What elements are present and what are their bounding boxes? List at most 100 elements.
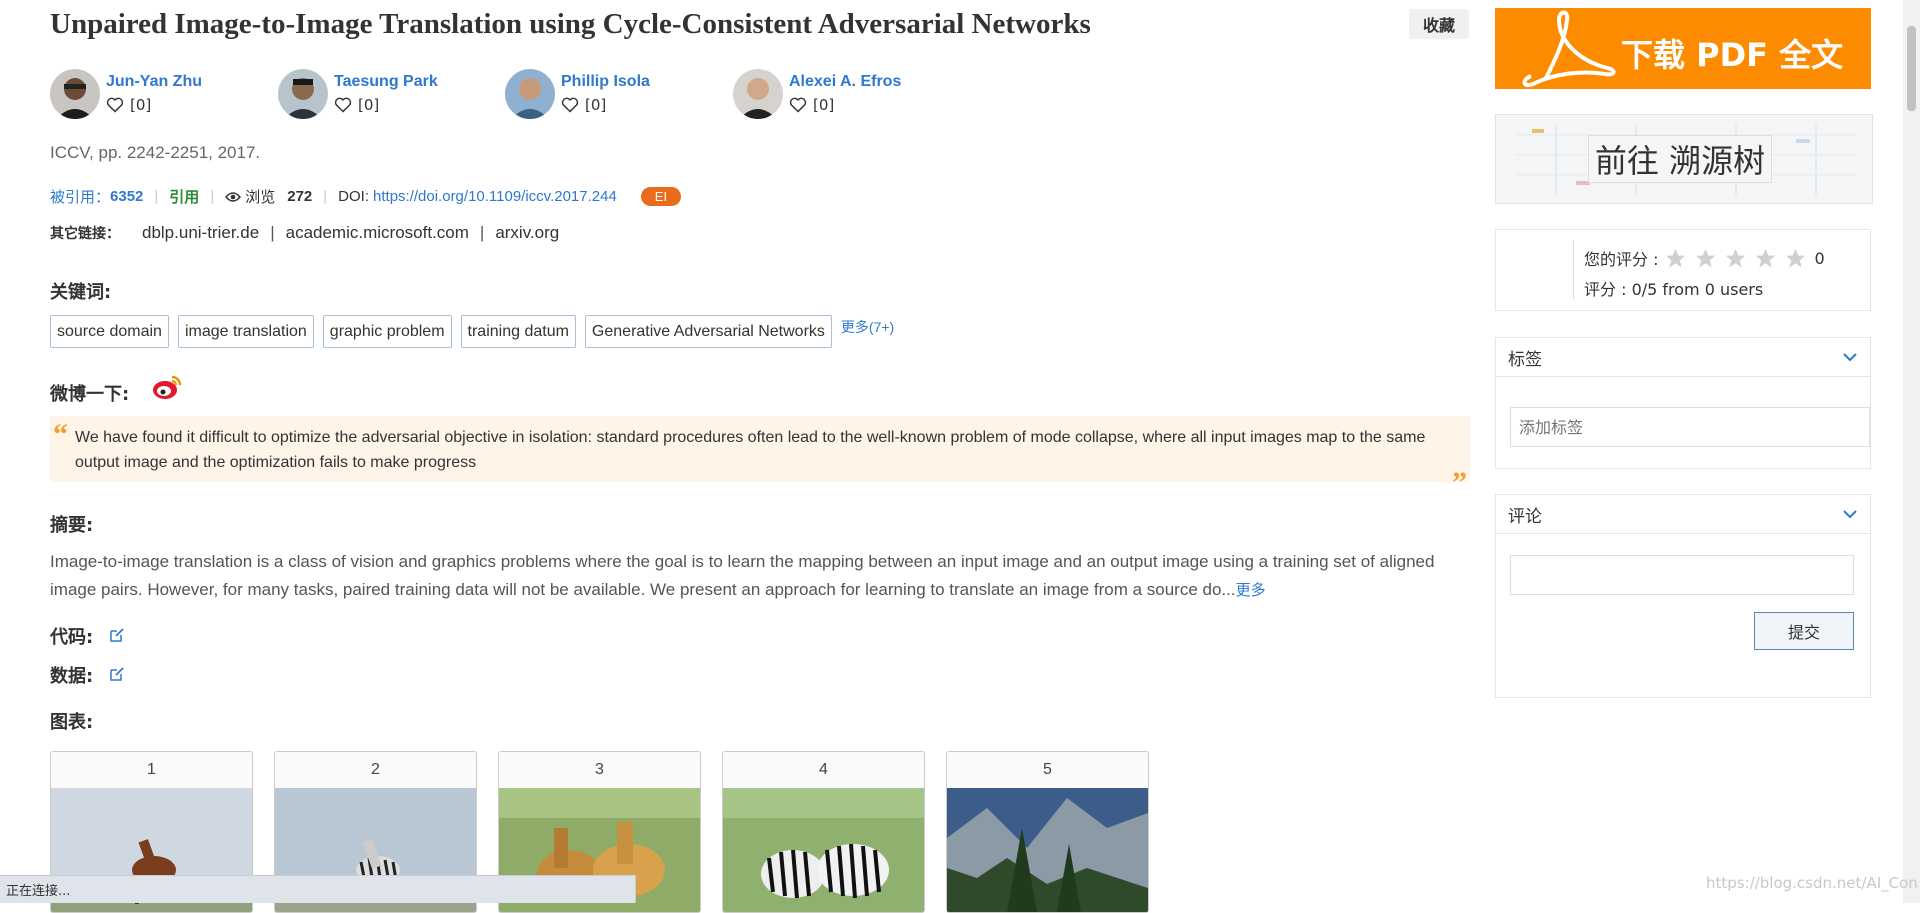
edit-data-icon[interactable] (109, 666, 125, 682)
venue: ICCV, pp. 2242-2251, 2017. (50, 143, 261, 162)
comments-header[interactable]: 评论 (1496, 495, 1870, 534)
author-likes[interactable]: [0] (789, 96, 901, 114)
divider: | (210, 188, 215, 205)
close-quote-icon: ” (1452, 466, 1467, 499)
your-rating-label: 您的评分 : (1584, 250, 1659, 269)
scroll-thumb[interactable] (1907, 26, 1916, 111)
your-rating: 您的评分 : 0 (1584, 246, 1825, 270)
cited-count[interactable]: 6352 (110, 188, 143, 205)
watermark: https://blog.csdn.net/AI_Con (1706, 874, 1918, 892)
weibo-label: 微博一下: (50, 384, 130, 405)
your-rating-value: 0 (1814, 248, 1825, 268)
acrobat-pdf-icon (1522, 10, 1616, 87)
comment-input[interactable] (1510, 555, 1854, 595)
star-icon[interactable] (1724, 247, 1747, 270)
keyword-tag[interactable]: source domain (50, 315, 169, 348)
star-icon[interactable] (1664, 247, 1687, 270)
paper-stats: 被引用： 6352 | 引用 | 浏览 272 | DOI: https://d… (50, 186, 682, 207)
highlight-quote: “ We have found it difficult to optimize… (50, 416, 1470, 499)
download-pdf-button[interactable]: 下载 PDF 全文 (1495, 8, 1871, 89)
figure-number: 4 (723, 752, 924, 788)
views-count: 272 (287, 188, 313, 205)
rating-card: 您的评分 : 0 评分 : 0/5 from 0 users (1495, 229, 1871, 311)
keyword-tag[interactable]: graphic problem (322, 315, 452, 348)
author-name[interactable]: Taesung Park (334, 73, 438, 91)
likes-count: [0] (585, 96, 607, 114)
author-likes[interactable]: [0] (561, 96, 650, 114)
doi-link[interactable]: https://doi.org/10.1109/iccv.2017.244 (373, 188, 617, 205)
overall-rating: 评分 : 0/5 from 0 users (1584, 280, 1764, 299)
likes-count: [0] (813, 96, 835, 114)
citation-tree-button[interactable]: 前往 溯源树 (1495, 114, 1873, 204)
abstract-more-link[interactable]: 更多 (1236, 582, 1266, 599)
doi-label: DOI: (338, 188, 370, 205)
data-label: 数据: (50, 666, 94, 687)
weibo-icon[interactable] (152, 373, 182, 401)
pdf-button-label: 下载 PDF 全文 (1621, 36, 1844, 74)
author-list: Jun-Yan Zhu [0] Taesung Park [0] Phillip… (50, 69, 1150, 123)
add-tag-input[interactable] (1510, 407, 1870, 447)
star-icon[interactable] (1694, 247, 1717, 270)
submit-comment-button[interactable]: 提交 (1754, 612, 1854, 650)
comments-card: 评论 提交 (1495, 494, 1871, 698)
link-dblp[interactable]: dblp.uni-trier.de (142, 223, 259, 243)
tags-title: 标签 (1508, 349, 1542, 370)
keyword-tag[interactable]: image translation (177, 315, 314, 348)
code-label: 代码: (50, 627, 94, 648)
cited-label[interactable]: 被引用： (50, 186, 110, 207)
tags-header[interactable]: 标签 (1496, 338, 1870, 377)
keyword-tag[interactable]: training datum (460, 315, 576, 348)
heart-icon[interactable] (334, 97, 352, 113)
open-quote-icon: “ (53, 418, 68, 451)
favorite-button[interactable]: 收藏 (1409, 9, 1469, 39)
link-academic-microsoft[interactable]: academic.microsoft.com (286, 223, 469, 243)
star-icon[interactable] (1754, 247, 1777, 270)
tree-button-label: 前往 溯源树 (1588, 135, 1772, 183)
cite-button[interactable]: 引用 (169, 186, 199, 207)
comments-title: 评论 (1508, 506, 1542, 527)
author-avatar[interactable] (733, 69, 783, 119)
figure-image-zebras[interactable] (723, 788, 924, 912)
browser-status-bar: 正在连接... (0, 875, 636, 903)
figures-label: 图表: (50, 712, 94, 733)
figure-thumbnail[interactable]: 4 (722, 751, 925, 913)
keyword-tag[interactable]: Generative Adversarial Networks (584, 315, 832, 348)
author-card[interactable]: Taesung Park [0] (278, 69, 438, 123)
author-card[interactable]: Phillip Isola [0] (505, 69, 650, 123)
author-name[interactable]: Jun-Yan Zhu (106, 73, 202, 91)
views-label: 浏览 (245, 189, 276, 206)
heart-icon[interactable] (106, 97, 124, 113)
edit-code-icon[interactable] (109, 627, 125, 643)
heart-icon[interactable] (789, 97, 807, 113)
scrollbar[interactable] (1903, 0, 1920, 903)
abstract-label: 摘要: (50, 515, 94, 536)
author-likes[interactable]: [0] (334, 96, 438, 114)
author-card[interactable]: Jun-Yan Zhu [0] (50, 69, 202, 123)
figure-image-landscape[interactable] (947, 788, 1148, 912)
keywords-label: 关键词: (50, 282, 112, 303)
author-likes[interactable]: [0] (106, 96, 202, 114)
chevron-down-icon[interactable] (1842, 509, 1858, 519)
divider: | (270, 223, 275, 242)
author-name[interactable]: Alexei A. Efros (789, 73, 901, 91)
figure-thumbnail[interactable]: 5 (946, 751, 1149, 913)
abstract-text: Image-to-image translation is a class of… (50, 552, 1435, 599)
ei-badge: EI (640, 187, 682, 206)
link-arxiv[interactable]: arxiv.org (495, 223, 559, 243)
author-avatar[interactable] (505, 69, 555, 119)
author-avatar[interactable] (278, 69, 328, 119)
keyword-list: source domain image translation graphic … (50, 315, 894, 348)
figure-number: 2 (275, 752, 476, 788)
star-rating[interactable] (1664, 247, 1814, 270)
author-avatar[interactable] (50, 69, 100, 119)
divider (1573, 240, 1574, 300)
tags-card: 标签 (1495, 337, 1871, 469)
eye-icon (225, 191, 242, 202)
paper-title: Unpaired Image-to-Image Translation usin… (50, 8, 1091, 40)
heart-icon[interactable] (561, 97, 579, 113)
star-icon[interactable] (1784, 247, 1807, 270)
chevron-down-icon[interactable] (1842, 352, 1858, 362)
author-card[interactable]: Alexei A. Efros [0] (733, 69, 901, 123)
author-name[interactable]: Phillip Isola (561, 73, 650, 91)
keywords-more-link[interactable]: 更多(7+) (841, 317, 894, 337)
